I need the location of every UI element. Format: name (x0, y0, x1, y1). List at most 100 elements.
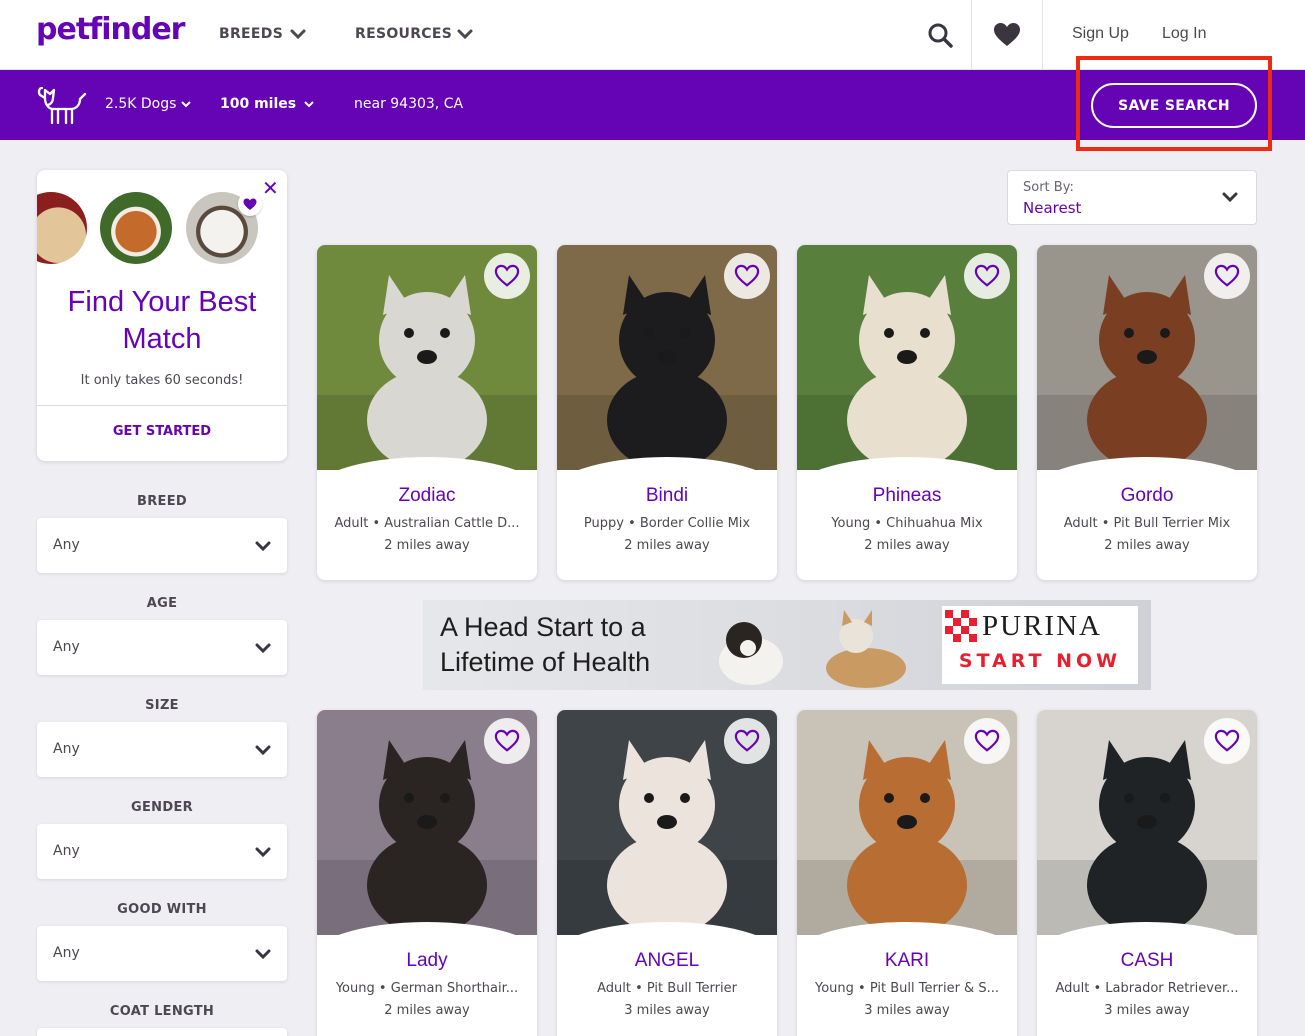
pet-name[interactable]: KARI (797, 950, 1017, 972)
filter-label-gender: GENDER (131, 800, 193, 815)
filter-label-good-with: GOOD WITH (117, 902, 207, 917)
highlight-annotation-box (1076, 56, 1272, 151)
pet-distance: 2 miles away (864, 538, 950, 553)
get-started-button[interactable]: GET STARTED (37, 424, 287, 439)
bullet-separator: • (1089, 981, 1106, 996)
pet-info: Adult • Labrador Retriever... (1045, 981, 1249, 996)
sign-up-link[interactable]: Sign Up (1072, 25, 1129, 43)
purina-logo[interactable]: PURINA START NOW (942, 606, 1138, 684)
pet-breed: Labrador Retriever... (1105, 981, 1239, 996)
match-title-line: Find Your Best (67, 286, 257, 318)
sort-label: Sort By: (1023, 180, 1074, 195)
bullet-separator: • (368, 516, 385, 531)
pet-breed: Chihuahua Mix (886, 516, 983, 531)
pet-age: Adult (1063, 516, 1098, 531)
pet-info: Young • Pit Bull Terrier & S... (805, 981, 1009, 996)
chevron-down-icon[interactable] (289, 25, 307, 43)
nav-divider (1042, 0, 1043, 70)
filter-label-size: SIZE (145, 698, 179, 713)
purina-brand-text: PURINA (982, 610, 1102, 642)
gender-select[interactable]: Any (37, 824, 287, 879)
pet-age: Puppy (583, 516, 624, 531)
pet-info: Adult • Pit Bull Terrier (565, 981, 769, 996)
pet-card[interactable]: Lady Young • German Shorthair... 2 miles a… (317, 710, 537, 1036)
breed-select-value: Any (53, 537, 80, 553)
breed-select[interactable]: Any (37, 518, 287, 573)
pet-name[interactable]: Phineas (797, 485, 1017, 507)
log-in-link[interactable]: Log In (1162, 25, 1206, 43)
good-with-select[interactable]: Any (37, 926, 287, 981)
purina-ad-banner[interactable]: A Head Start to a Lifetime of Health PUR… (423, 600, 1151, 690)
favorite-heart-icon[interactable] (964, 253, 1010, 299)
chevron-down-icon (1222, 192, 1238, 203)
size-select-value: Any (53, 741, 80, 757)
pet-distance: 3 miles away (864, 1003, 950, 1018)
chevron-down-icon (255, 541, 271, 552)
favorite-heart-icon[interactable] (484, 718, 530, 764)
chevron-down-icon (255, 949, 271, 960)
ad-headline: A Head Start to a Lifetime of Health (440, 610, 650, 680)
sort-by-dropdown[interactable]: Sort By: Nearest (1007, 170, 1257, 225)
coat-length-select[interactable] (37, 1028, 287, 1036)
ad-headline-line: A Head Start to a (440, 612, 646, 642)
pet-card[interactable]: Zodiac Adult • Australian Cattle D... 2 mi… (317, 245, 537, 580)
divider (37, 405, 287, 406)
age-select[interactable]: Any (37, 620, 287, 675)
pet-card[interactable]: Phineas Young • Chihuahua Mix 2 miles away (797, 245, 1017, 580)
pet-breed: Border Collie Mix (639, 516, 751, 531)
location-field[interactable]: near 94303, CA (354, 96, 463, 112)
pet-name[interactable]: CASH (1037, 950, 1257, 972)
chevron-down-icon[interactable] (303, 98, 315, 110)
favorite-heart-icon[interactable] (1204, 718, 1250, 764)
pet-breed: Pit Bull Terrier & S... (869, 981, 999, 996)
pet-distance: 2 miles away (384, 538, 470, 553)
pet-breed: Australian Cattle D... (384, 516, 520, 531)
good-with-select-value: Any (53, 945, 80, 961)
close-icon[interactable]: ✕ (262, 176, 279, 200)
pet-card[interactable]: CASH Adult • Labrador Retriever... 3 miles… (1037, 710, 1257, 1036)
favorite-heart-icon[interactable] (724, 253, 770, 299)
pet-name[interactable]: Bindi (557, 485, 777, 507)
size-select[interactable]: Any (37, 722, 287, 777)
pet-card[interactable]: Gordo Adult • Pit Bull Terrier Mix 2 miles… (1037, 245, 1257, 580)
favorite-heart-icon[interactable] (484, 253, 530, 299)
ad-dogs-image (719, 610, 906, 688)
pet-name[interactable]: Lady (317, 950, 537, 972)
filter-label-age: AGE (146, 596, 178, 611)
search-icon[interactable] (923, 18, 957, 52)
pet-age: Young (815, 981, 854, 996)
pet-name[interactable]: Gordo (1037, 485, 1257, 507)
pet-age: Adult (1055, 981, 1090, 996)
chevron-down-icon[interactable] (180, 98, 192, 110)
sort-value: Nearest (1023, 199, 1082, 217)
age-select-value: Any (53, 639, 80, 655)
pet-breed: Pit Bull Terrier Mix (1113, 516, 1231, 531)
pet-name[interactable]: Zodiac (317, 485, 537, 507)
pet-distance: 2 miles away (1104, 538, 1190, 553)
chevron-down-icon (255, 847, 271, 858)
pet-card[interactable]: Bindi Puppy • Border Collie Mix 2 miles aw… (557, 245, 777, 580)
petfinder-logo[interactable]: petfinder (36, 12, 185, 47)
bullet-separator: • (623, 516, 640, 531)
distance-dropdown[interactable]: 100 miles (220, 96, 296, 112)
nav-breeds[interactable]: BREEDS (219, 26, 283, 42)
ad-headline-line: Lifetime of Health (440, 647, 651, 677)
pet-distance: 2 miles away (624, 538, 710, 553)
favorite-heart-icon[interactable] (1204, 253, 1250, 299)
bullet-separator: • (630, 981, 647, 996)
start-now-button[interactable]: START NOW (942, 650, 1138, 672)
match-title-line: Match (122, 323, 202, 355)
pet-card[interactable]: ANGEL Adult • Pit Bull Terrier 3 miles awa… (557, 710, 777, 1036)
pet-card[interactable]: KARI Young • Pit Bull Terrier & S... 3 mil… (797, 710, 1017, 1036)
bullet-separator: • (374, 981, 391, 996)
result-count-dropdown[interactable]: 2.5K Dogs (105, 96, 176, 112)
match-subtitle: It only takes 60 seconds! (80, 373, 244, 388)
favorite-heart-icon[interactable] (724, 718, 770, 764)
favorites-heart-icon[interactable] (990, 18, 1024, 52)
favorite-heart-icon[interactable] (964, 718, 1010, 764)
pet-name[interactable]: ANGEL (557, 950, 777, 972)
chevron-down-icon (255, 745, 271, 756)
nav-resources[interactable]: RESOURCES (355, 26, 452, 42)
dog-avatar (100, 192, 172, 264)
chevron-down-icon[interactable] (456, 25, 474, 43)
